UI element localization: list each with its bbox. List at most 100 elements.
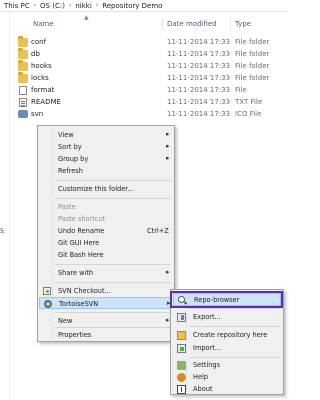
menu-item-label: View [58,131,74,139]
menu-item-import[interactable]: Import... [173,342,281,355]
menu-item-share-with[interactable]: Share with ▸ [39,267,173,279]
create-repository-icon [177,331,186,340]
file-name: hooks [31,62,52,70]
menu-item-tortoisesvn[interactable]: TortoiseSVN ▸ [39,297,173,309]
folder-icon [18,36,28,47]
menu-item-label: Refresh [58,167,83,175]
file-icon [19,86,27,95]
column-header-date-modified[interactable]: Date modified [167,20,217,28]
file-type: File folder [235,50,270,58]
menu-item-label: Sort by [58,143,82,151]
menu-separator [55,264,171,265]
menu-separator [55,180,171,181]
menu-item-label: Share with [58,269,94,277]
folder-icon [18,60,28,71]
ico-file-icon [18,110,28,118]
help-icon [177,373,186,382]
file-name: locks [31,74,49,82]
submenu-arrow-icon: ▸ [166,130,170,138]
menu-item-label: SVN Checkout... [58,287,111,295]
keyboard-shortcut: Ctrl+Z [147,227,169,235]
menu-item-view[interactable]: View ▸ [39,129,173,141]
menu-item-label: Undo Rename [58,227,105,235]
file-name: db [31,50,40,58]
menu-item-sort-by[interactable]: Sort by ▸ [39,141,173,153]
menu-item-label: Import... [193,344,222,352]
navigation-pane [0,12,10,400]
menu-separator [55,282,171,283]
file-date: 11-11-2014 17:33 [167,38,231,46]
menu-item-label: New [58,317,73,325]
file-date: 11-11-2014 17:33 [167,110,231,118]
menu-item-paste[interactable]: Paste [39,201,173,213]
export-icon [177,313,186,322]
submenu-arrow-icon: ▸ [166,142,170,150]
tortoisesvn-icon [44,300,52,308]
breadcrumb-nikki[interactable]: nikki [75,2,91,10]
text-file-icon [19,98,27,107]
file-date: 11-11-2014 17:33 [167,62,231,70]
menu-separator [189,308,280,309]
menu-item-label: Help [193,373,209,381]
file-date: 11-11-2014 17:33 [167,86,231,94]
menu-item-paste-shortcut[interactable]: Paste shortcut [39,213,173,225]
file-type: File [235,86,247,94]
file-type: File folder [235,38,270,46]
column-divider[interactable] [230,18,231,30]
file-row-svn[interactable]: svn 11-11-2014 17:33 ICO File [16,108,288,121]
folder-icon [18,48,28,59]
menu-item-label: Group by [58,155,89,163]
settings-icon [177,361,186,370]
file-type: ICO File [235,110,262,118]
menu-item-export[interactable]: Export... [173,311,281,324]
column-header-name[interactable]: Name [33,20,54,28]
menu-separator [55,312,171,313]
file-name: format [31,86,55,94]
menu-item-label: Paste shortcut [58,215,106,223]
menu-item-refresh[interactable]: Refresh [39,165,173,177]
chevron-right-icon: › [68,2,72,9]
file-date: 11-11-2014 17:33 [167,74,231,82]
menu-item-label: Customize this folder... [58,185,134,193]
menu-separator [189,326,280,327]
menu-item-git-bash[interactable]: Git Bash Here [39,249,173,261]
menu-item-customize-folder[interactable]: Customize this folder... [39,183,173,195]
column-divider[interactable] [162,18,163,30]
sort-up-icon: ▲ [84,14,89,21]
import-icon [177,344,186,353]
navigation-pane-item-stub[interactable]: 5. [0,228,6,235]
menu-item-svn-checkout[interactable]: SVN Checkout... [39,285,173,297]
menu-item-about[interactable]: About [173,383,281,396]
menu-item-label: Export... [193,313,221,321]
menu-item-undo-rename[interactable]: Undo Rename Ctrl+Z [39,225,173,237]
menu-item-label: TortoiseSVN [59,300,99,308]
file-type: File folder [235,62,270,70]
breadcrumb-repository-demo[interactable]: Repository Demo [102,2,162,10]
menu-separator [189,357,280,358]
annotation-highlight-box [170,291,283,308]
context-menu: View ▸ Sort by ▸ Group by ▸ Refresh Cust… [37,125,175,342]
file-type: TXT File [235,98,263,106]
breadcrumb: This PC › OS (C:) › nikki › Repository D… [0,0,288,12]
menu-item-git-gui[interactable]: Git GUI Here [39,237,173,249]
menu-separator [55,327,171,328]
breadcrumb-this-pc[interactable]: This PC [4,2,30,10]
submenu-arrow-icon: ▸ [166,268,170,276]
menu-item-label: Paste [58,203,76,211]
chevron-right-icon: › [95,2,99,9]
chevron-right-icon: › [33,2,37,9]
file-type: File folder [235,74,270,82]
menu-item-new[interactable]: New ▸ [39,315,173,327]
submenu-arrow-icon: ▸ [166,316,170,324]
file-date: 11-11-2014 17:33 [167,98,231,106]
column-header-type[interactable]: Type [235,20,251,28]
menu-item-create-repository[interactable]: Create repository here [173,329,281,342]
menu-item-label: About [193,385,213,393]
menu-item-label: Git Bash Here [58,251,104,259]
breadcrumb-os-drive[interactable]: OS (C:) [40,2,65,10]
folder-icon [18,72,28,83]
menu-item-properties[interactable]: Properties [39,329,173,341]
menu-item-label: Git GUI Here [58,239,100,247]
file-name: README [31,98,61,106]
menu-item-group-by[interactable]: Group by ▸ [39,153,173,165]
